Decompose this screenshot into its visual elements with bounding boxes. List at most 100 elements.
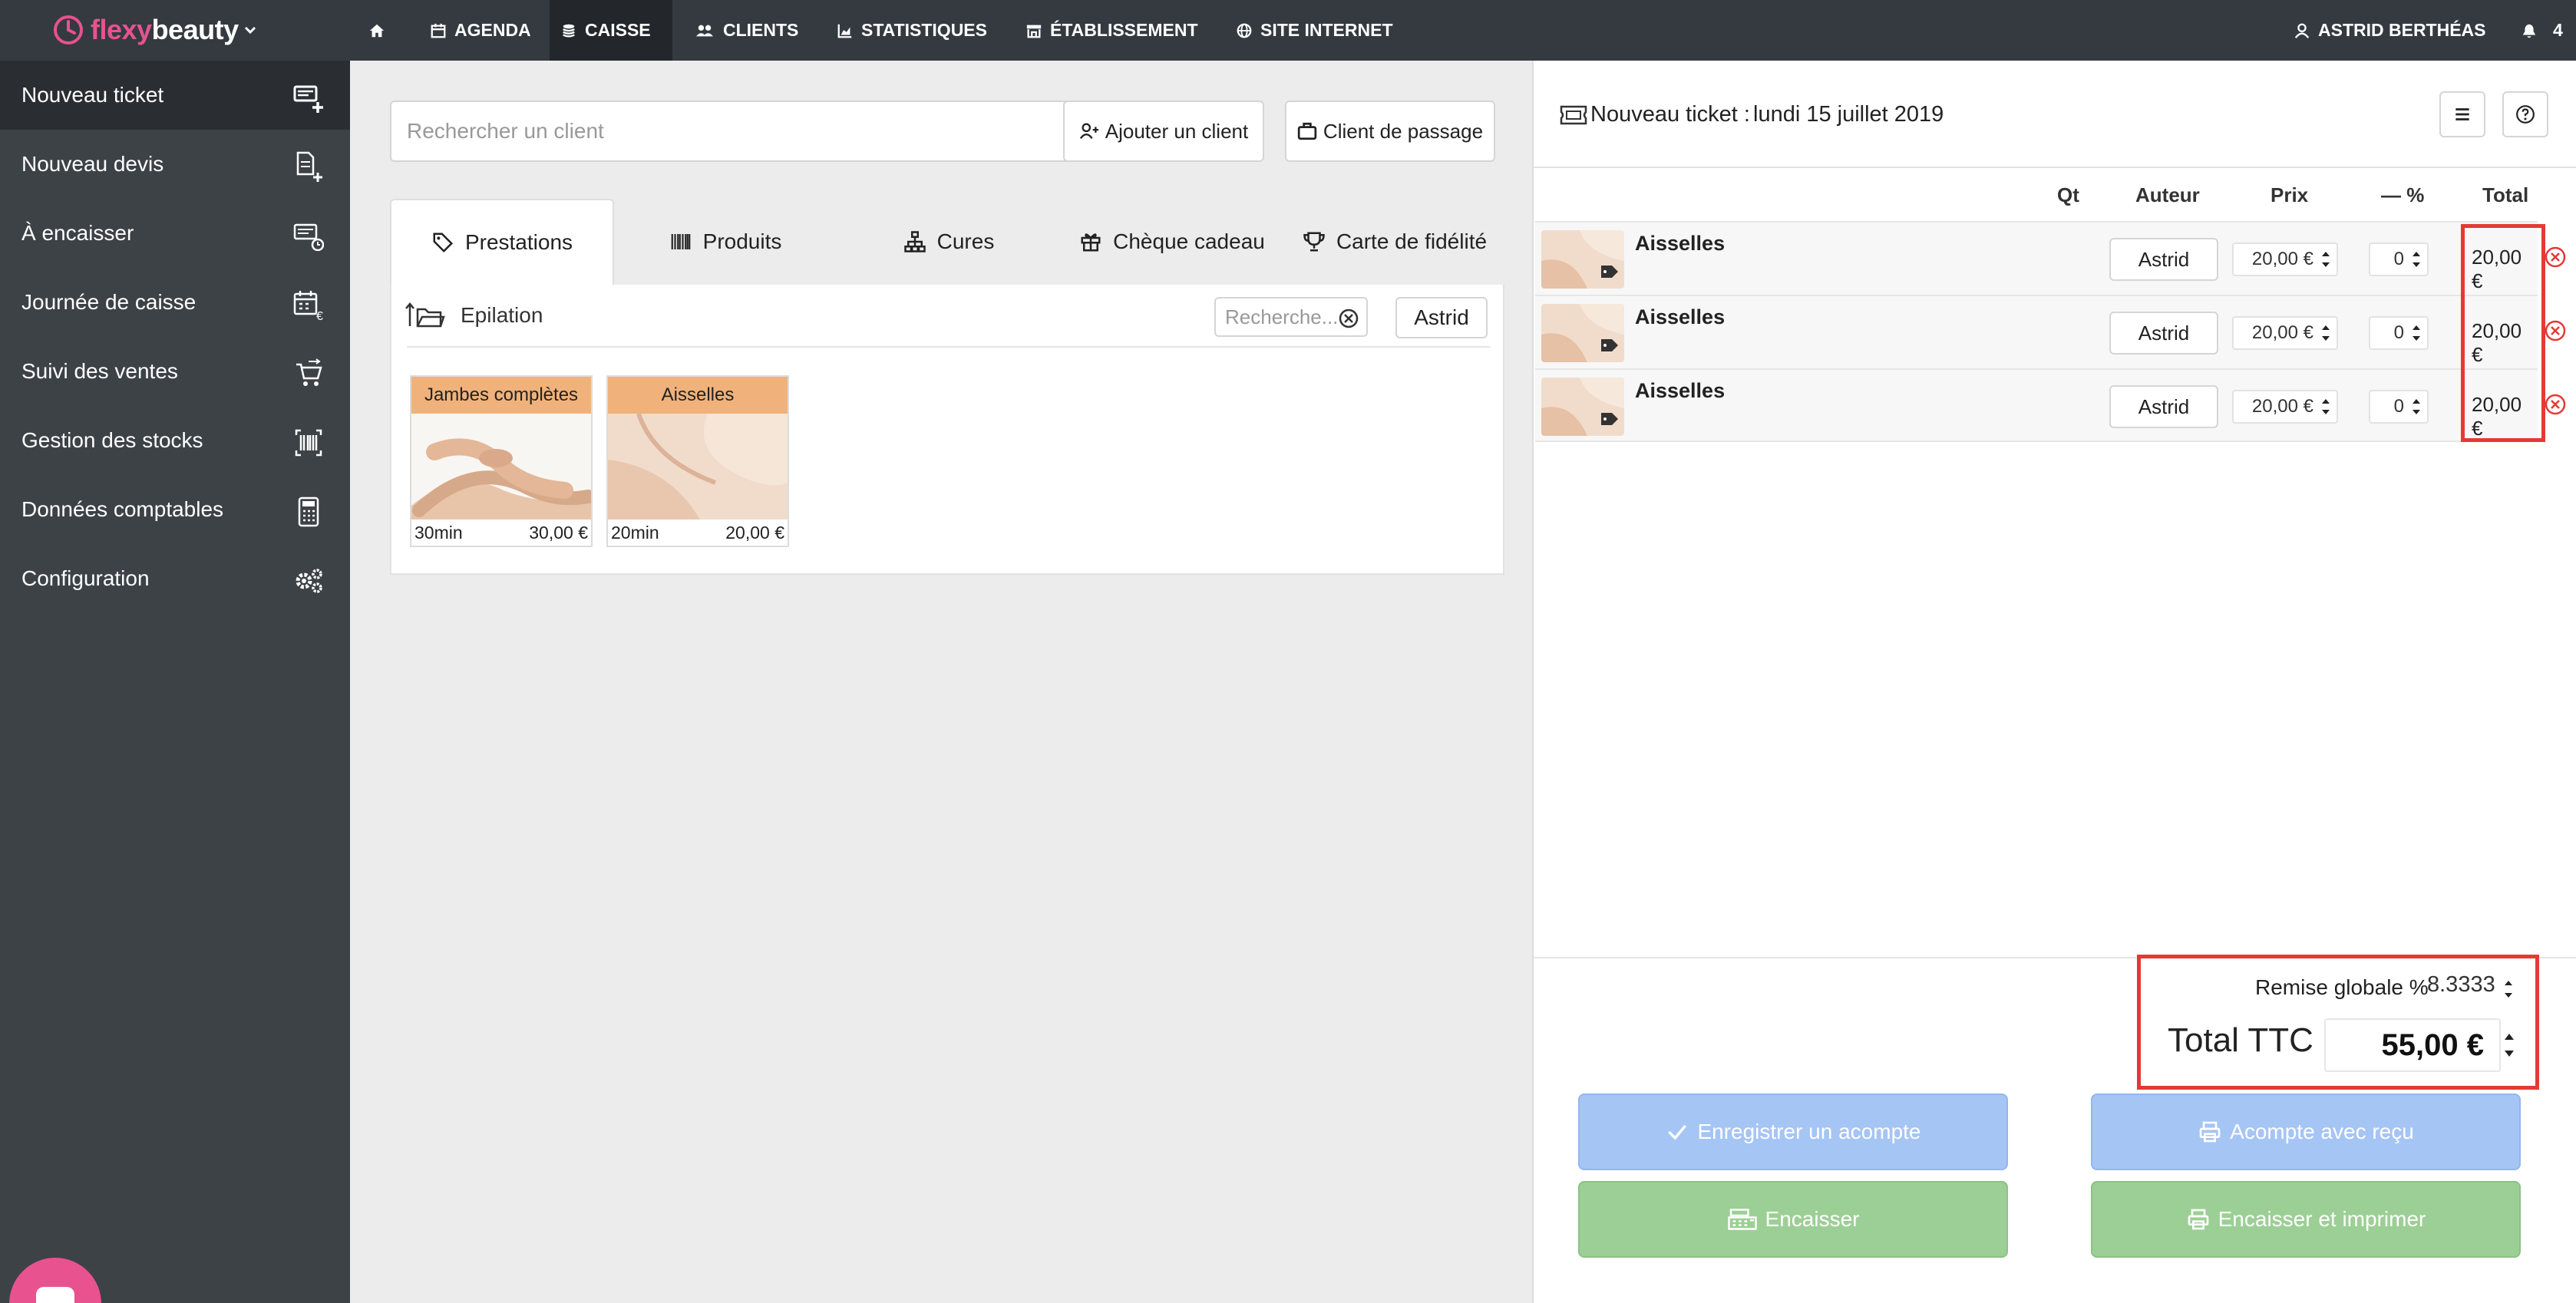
chat-launcher[interactable] xyxy=(9,1258,101,1303)
sidebar-item-label: Journée de caisse xyxy=(21,290,197,314)
sidebar-item-a-encaisser[interactable]: À encaisser xyxy=(0,199,350,268)
ticket-add-icon xyxy=(293,85,323,113)
barcode-icon xyxy=(295,429,322,457)
legs-image xyxy=(411,414,591,520)
barcode-icon xyxy=(671,234,690,249)
user-icon xyxy=(2294,23,2310,38)
sitemap-icon xyxy=(903,231,926,252)
sidebar-item-nouveau-ticket[interactable]: Nouveau ticket xyxy=(0,61,350,130)
sidebar-item-gestion-des-stocks[interactable]: Gestion des stocks xyxy=(0,406,350,475)
remove-line-icon[interactable] xyxy=(2544,246,2567,269)
service-card-aisselles[interactable]: Aisselles 20min 20,00 € xyxy=(606,375,789,547)
tab-label: Produits xyxy=(702,229,782,253)
nav-etablissement-label: ÉTABLISSEMENT xyxy=(1050,20,1198,40)
spinner-icon[interactable] xyxy=(2502,975,2515,1003)
nav-home[interactable] xyxy=(358,0,396,61)
line-discount: 0 xyxy=(2393,322,2404,343)
total-value: 55,00 € xyxy=(2381,1028,2484,1062)
nav-site-internet[interactable]: SITE INTERNET xyxy=(1225,0,1404,61)
spinner-icon[interactable] xyxy=(2410,321,2422,345)
sidebar-item-nouveau-devis[interactable]: Nouveau devis xyxy=(0,130,350,199)
app-logo[interactable]: flexybeauty xyxy=(51,11,257,49)
pending-payment-icon xyxy=(293,223,324,251)
sidebar-item-label: Nouveau devis xyxy=(21,152,164,176)
home-icon xyxy=(369,24,385,37)
nav-statistiques[interactable]: STATISTIQUES xyxy=(826,0,998,61)
walk-in-client-label: Client de passage xyxy=(1323,119,1484,143)
clear-search-icon[interactable] xyxy=(1339,308,1359,328)
tab-produits[interactable]: Produits xyxy=(614,199,837,285)
line-discount-input[interactable]: 0 xyxy=(2369,242,2429,276)
sidebar-item-configuration[interactable]: Configuration xyxy=(0,544,350,613)
line-author-button[interactable]: Astrid xyxy=(2109,312,2218,355)
store-icon xyxy=(1026,25,1042,38)
spinner-icon[interactable] xyxy=(2410,247,2422,272)
folder-up-icon[interactable] xyxy=(405,302,445,329)
add-client-button[interactable]: Ajouter un client xyxy=(1063,101,1264,162)
spinner-icon[interactable] xyxy=(2320,247,2332,272)
checkout-button[interactable]: Encaisser xyxy=(1578,1181,2008,1258)
sidebar-item-donnees-comptables[interactable]: Données comptables xyxy=(0,475,350,544)
client-search-input[interactable]: Rechercher un client xyxy=(390,101,1090,162)
help-button[interactable] xyxy=(2502,91,2548,137)
nav-caisse[interactable]: CAISSE xyxy=(550,0,672,61)
tab-carte-fidelite[interactable]: Carte de fidélité xyxy=(1283,199,1506,285)
tab-label: Prestations xyxy=(464,230,573,254)
ticket-line[interactable]: Aisselles Astrid 20,00 € 0 20,00 € xyxy=(1535,295,2566,368)
notifications[interactable]: 4 xyxy=(2510,0,2574,61)
coins-icon xyxy=(563,24,575,37)
line-author-button[interactable]: Astrid xyxy=(2109,238,2218,281)
sidebar-item-label: Gestion des stocks xyxy=(21,428,203,452)
sidebar-item-label: Suivi des ventes xyxy=(21,359,178,383)
service-search-input[interactable]: Recherche... xyxy=(1214,297,1368,337)
top-navbar: flexybeauty AGENDA CAISSE CLIENTS STATIS… xyxy=(0,0,2576,61)
nav-agenda[interactable]: AGENDA xyxy=(419,0,542,61)
nav-clients[interactable]: CLIENTS xyxy=(683,0,809,61)
global-discount-input[interactable]: 8.3333 xyxy=(2427,972,2512,1006)
calendar-cash-icon: € xyxy=(293,291,323,320)
logo-text: flexybeauty xyxy=(91,14,239,45)
spinner-icon[interactable] xyxy=(2320,394,2332,419)
ticket-line[interactable]: Aisselles Astrid 20,00 € 0 20,00 € xyxy=(1535,368,2566,442)
checkout-print-button[interactable]: Encaisser et imprimer xyxy=(2091,1181,2521,1258)
spinner-icon[interactable] xyxy=(2410,394,2422,419)
ticket-title: Nouveau ticket : xyxy=(1590,102,1750,127)
nav-etablissement[interactable]: ÉTABLISSEMENT xyxy=(1015,0,1209,61)
spinner-icon[interactable] xyxy=(2502,1026,2516,1064)
sidebar-item-suivi-des-ventes[interactable]: Suivi des ventes xyxy=(0,337,350,406)
sidebar: Nouveau ticket Nouveau devis À encaisser… xyxy=(0,61,350,1303)
walk-in-client-button[interactable]: Client de passage xyxy=(1285,101,1495,162)
author-select-button[interactable]: Astrid xyxy=(1395,297,1488,338)
cart-icon xyxy=(296,358,322,386)
tab-cures[interactable]: Cures xyxy=(837,199,1061,285)
spinner-icon[interactable] xyxy=(2320,321,2332,345)
menu-button[interactable] xyxy=(2439,91,2485,137)
service-card-jambes[interactable]: Jambes complètes 30min 30,00 € xyxy=(410,375,593,547)
remove-line-icon[interactable] xyxy=(2544,393,2567,416)
sidebar-item-label: Données comptables xyxy=(21,497,224,521)
chat-icon xyxy=(36,1287,74,1303)
line-discount-input[interactable]: 0 xyxy=(2369,390,2429,424)
line-author-button[interactable]: Astrid xyxy=(2109,385,2218,428)
deposit-receipt-button[interactable]: Acompte avec reçu xyxy=(2091,1094,2521,1170)
total-input[interactable]: 55,00 € xyxy=(2324,1018,2501,1072)
tab-prestations[interactable]: Prestations xyxy=(390,199,614,285)
tab-cheque-cadeau[interactable]: Chèque cadeau xyxy=(1061,199,1283,285)
sidebar-item-label: Nouveau ticket xyxy=(21,83,164,107)
cash-register-icon xyxy=(1727,1209,1757,1230)
register-deposit-button[interactable]: Enregistrer un acompte xyxy=(1578,1094,2008,1170)
hamburger-icon xyxy=(2455,108,2469,120)
remove-line-icon[interactable] xyxy=(2544,319,2567,342)
service-price: 20,00 € xyxy=(725,523,784,543)
service-card-title: Jambes complètes xyxy=(411,377,591,414)
column-price: Prix xyxy=(2271,183,2309,206)
ticket-date: lundi 15 juillet 2019 xyxy=(1753,102,1944,127)
line-price-input[interactable]: 20,00 € xyxy=(2232,242,2338,276)
line-price: 20,00 € xyxy=(2251,249,2313,269)
line-discount-input[interactable]: 0 xyxy=(2369,316,2429,350)
sidebar-item-journee-de-caisse[interactable]: Journée de caisse € xyxy=(0,268,350,337)
ticket-line[interactable]: Aisselles Astrid 20,00 € 0 20,00 € xyxy=(1535,221,2566,295)
line-price-input[interactable]: 20,00 € xyxy=(2232,390,2338,424)
user-menu[interactable]: ASTRID BERTHÉAS xyxy=(2283,0,2497,61)
line-price-input[interactable]: 20,00 € xyxy=(2232,316,2338,350)
